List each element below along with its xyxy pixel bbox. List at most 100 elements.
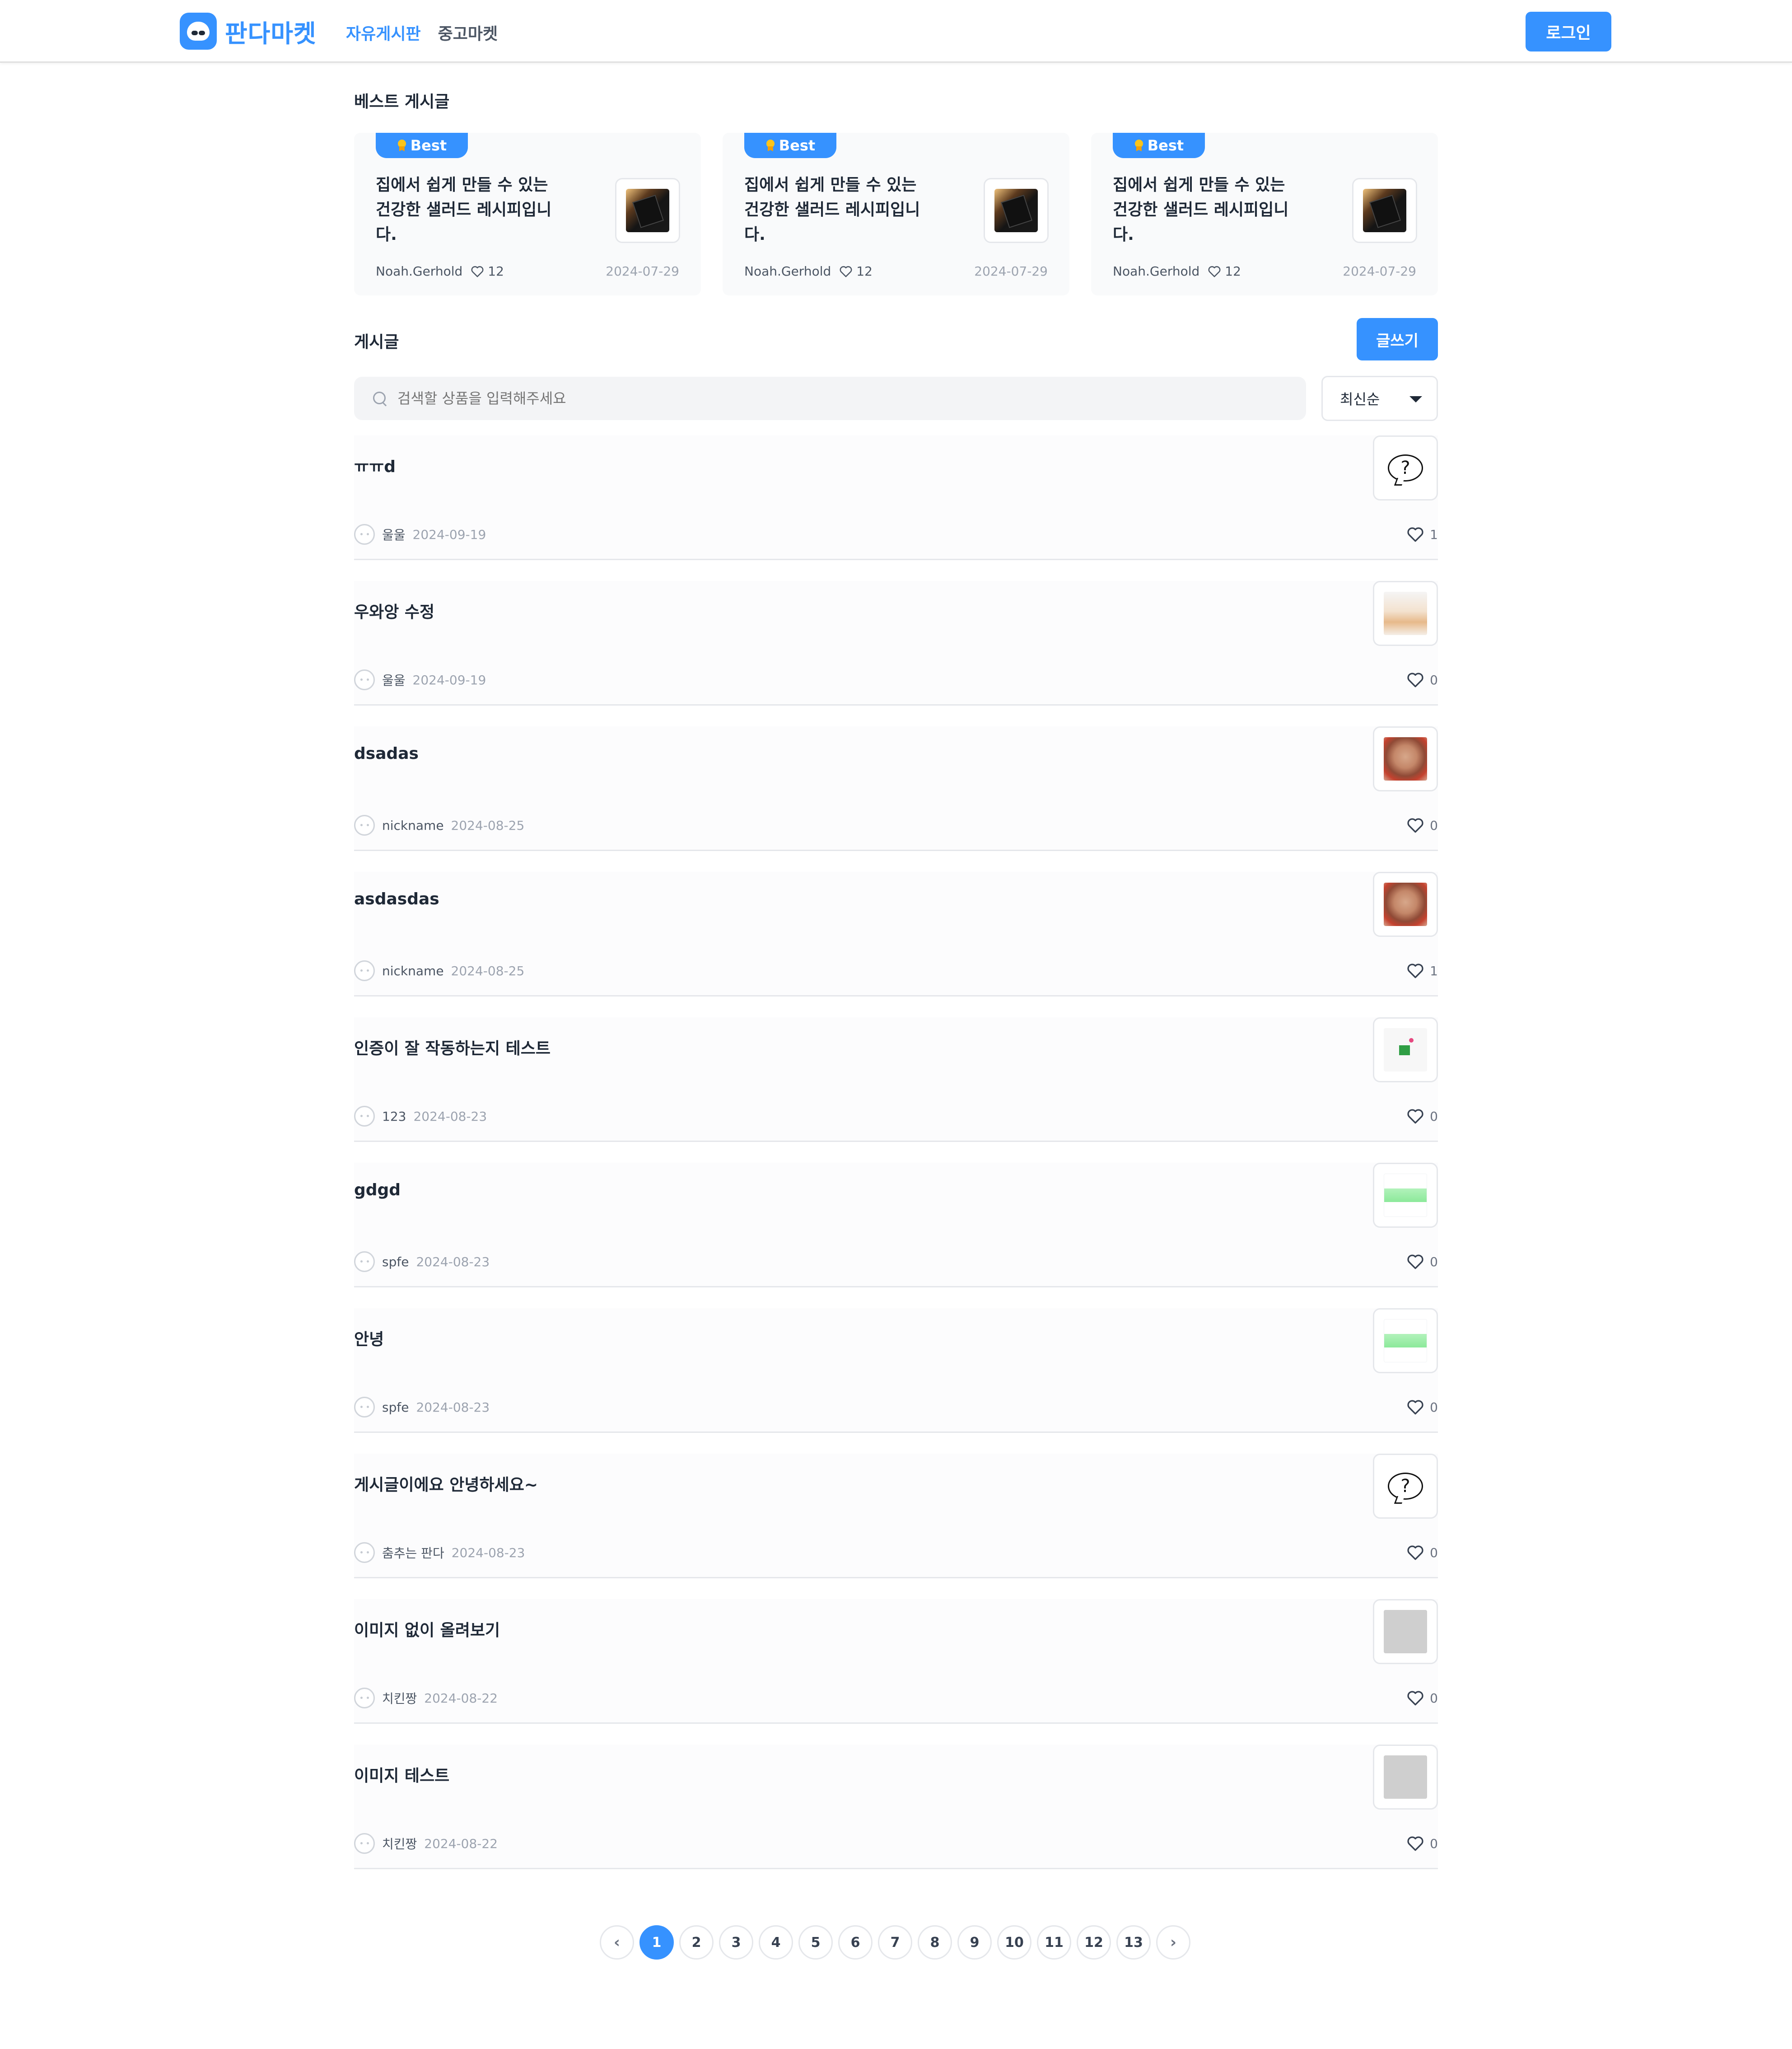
best-card[interactable]: Best 집에서 쉽게 만들 수 있는 건강한 샐러드 레시피입니다. Noah… <box>1091 133 1438 295</box>
page-button[interactable]: 3 <box>719 1925 753 1960</box>
heart-icon <box>1406 1690 1424 1706</box>
page-button[interactable]: 11 <box>1037 1925 1071 1960</box>
post-author: 치킨짱 <box>382 1837 417 1852</box>
page-button[interactable]: 6 <box>838 1925 873 1960</box>
medal-icon <box>397 140 407 151</box>
page-button[interactable]: 8 <box>918 1925 952 1960</box>
post-likes[interactable]: 0 <box>1406 1542 1438 1563</box>
page-button[interactable]: 2 <box>679 1925 714 1960</box>
write-button[interactable]: 글쓰기 <box>1357 318 1438 360</box>
post-date: 2024-08-22 <box>424 1690 498 1706</box>
post-date: 2024-09-19 <box>412 527 486 542</box>
best-card-likes: 12 <box>1225 264 1241 279</box>
post-title: ㅠㅠd <box>354 458 396 476</box>
page-button[interactable]: 1 <box>639 1925 674 1960</box>
post-thumbnail-image <box>1384 1755 1427 1799</box>
post-row[interactable]: 안녕 spfe 2024-08-23 0 <box>354 1308 1438 1433</box>
post-like-count: 0 <box>1430 1545 1438 1560</box>
post-title: 게시글이에요 안녕하세요~ <box>354 1476 538 1494</box>
post-row[interactable]: dsadas nickname 2024-08-25 0 <box>354 726 1438 851</box>
page-button[interactable]: 7 <box>878 1925 912 1960</box>
best-card[interactable]: Best 집에서 쉽게 만들 수 있는 건강한 샐러드 레시피입니다. Noah… <box>354 133 701 295</box>
search-bar[interactable] <box>354 377 1306 420</box>
post-title: dsadas <box>354 744 419 763</box>
post-thumbnail: ? <box>1373 1454 1438 1519</box>
post-likes[interactable]: 0 <box>1406 1833 1438 1854</box>
post-thumbnail-image <box>1384 883 1427 926</box>
post-date: 2024-08-25 <box>451 963 525 978</box>
avatar-icon <box>354 669 375 690</box>
nav-free-board[interactable]: 자유게시판 <box>346 21 421 44</box>
best-card-title: 집에서 쉽게 만들 수 있는 건강한 샐러드 레시피입니다. <box>744 176 920 244</box>
sort-selected: 최신순 <box>1340 391 1380 408</box>
avatar-icon <box>354 1397 375 1417</box>
post-row[interactable]: 우와앙 수정 울울 2024-09-19 0 <box>354 581 1438 706</box>
post-title: 이미지 테스트 <box>354 1767 450 1785</box>
post-thumbnail-image <box>1384 1174 1427 1217</box>
post-thumbnail-image <box>1384 1028 1427 1071</box>
heart-icon <box>1406 526 1424 543</box>
post-row[interactable]: 게시글이에요 안녕하세요~? 춤추는 판다 2024-08-23 0 <box>354 1454 1438 1578</box>
post-row[interactable]: 인증이 잘 작동하는지 테스트 123 2024-08-23 0 <box>354 1017 1438 1142</box>
avatar-icon <box>354 1251 375 1272</box>
panda-logo-icon <box>180 13 217 50</box>
best-card-author: Noah.Gerhold <box>1113 264 1200 279</box>
page-button[interactable]: 5 <box>798 1925 833 1960</box>
chevron-left-icon[interactable]: ‹ <box>600 1925 634 1960</box>
post-likes[interactable]: 0 <box>1406 1251 1438 1272</box>
post-like-count: 0 <box>1430 672 1438 688</box>
post-like-count: 0 <box>1430 1836 1438 1851</box>
post-title: 인증이 잘 작동하는지 테스트 <box>354 1039 551 1058</box>
post-like-count: 1 <box>1430 963 1438 978</box>
post-row[interactable]: asdasdas nickname 2024-08-25 1 <box>354 872 1438 996</box>
post-date: 2024-08-25 <box>451 818 525 833</box>
post-meta: spfe 2024-08-23 <box>354 1397 490 1417</box>
post-date: 2024-08-23 <box>451 1545 525 1560</box>
heart-icon <box>1406 1254 1424 1270</box>
post-title: asdasdas <box>354 890 439 908</box>
post-thumbnail <box>1373 1017 1438 1082</box>
heart-icon <box>839 265 853 278</box>
page-button[interactable]: 10 <box>997 1925 1031 1960</box>
post-thumbnail-image <box>1384 1610 1427 1653</box>
post-likes[interactable]: 0 <box>1406 669 1438 690</box>
avatar-icon <box>354 960 375 981</box>
post-likes[interactable]: 0 <box>1406 1688 1438 1708</box>
post-thumbnail-image <box>1384 1319 1427 1362</box>
post-likes[interactable]: 0 <box>1406 1397 1438 1417</box>
search-input[interactable] <box>397 390 1255 407</box>
post-meta: nickname 2024-08-25 <box>354 815 524 836</box>
post-likes[interactable]: 1 <box>1406 960 1438 981</box>
page-button[interactable]: 4 <box>759 1925 793 1960</box>
post-likes[interactable]: 0 <box>1406 1106 1438 1127</box>
post-row[interactable]: gdgd spfe 2024-08-23 0 <box>354 1163 1438 1287</box>
post-row[interactable]: 이미지 테스트 치킨짱 2024-08-22 0 <box>354 1745 1438 1869</box>
avatar-icon <box>354 1106 375 1127</box>
post-meta: nickname 2024-08-25 <box>354 960 524 981</box>
post-thumbnail <box>1373 872 1438 937</box>
best-card-title: 집에서 쉽게 만들 수 있는 건강한 샐러드 레시피입니다. <box>376 176 552 244</box>
post-likes[interactable]: 1 <box>1406 524 1438 545</box>
post-thumbnail-image <box>1384 592 1427 635</box>
logo[interactable]: 판다마켓 <box>180 12 317 50</box>
post-like-count: 0 <box>1430 1690 1438 1706</box>
best-badge: Best <box>1113 133 1205 158</box>
avatar-icon <box>354 1688 375 1708</box>
post-thumbnail <box>1373 726 1438 791</box>
page-button[interactable]: 13 <box>1116 1925 1151 1960</box>
post-title: gdgd <box>354 1181 401 1199</box>
nav-used-market[interactable]: 중고마켓 <box>438 21 498 44</box>
chevron-right-icon[interactable]: › <box>1156 1925 1190 1960</box>
post-likes[interactable]: 0 <box>1406 815 1438 836</box>
best-card[interactable]: Best 집에서 쉽게 만들 수 있는 건강한 샐러드 레시피입니다. Noah… <box>723 133 1069 295</box>
post-row[interactable]: 이미지 없이 올려보기 치킨짱 2024-08-22 0 <box>354 1599 1438 1724</box>
avatar-icon <box>354 524 375 545</box>
heart-icon <box>1406 1399 1424 1415</box>
post-row[interactable]: ㅠㅠd? 울울 2024-09-19 1 <box>354 435 1438 560</box>
post-meta: 123 2024-08-23 <box>354 1106 487 1127</box>
login-button[interactable]: 로그인 <box>1526 12 1611 51</box>
page-button[interactable]: 12 <box>1077 1925 1111 1960</box>
sort-dropdown[interactable]: 최신순 <box>1321 376 1438 421</box>
main-nav: 자유게시판 중고마켓 <box>346 21 498 44</box>
page-button[interactable]: 9 <box>957 1925 992 1960</box>
